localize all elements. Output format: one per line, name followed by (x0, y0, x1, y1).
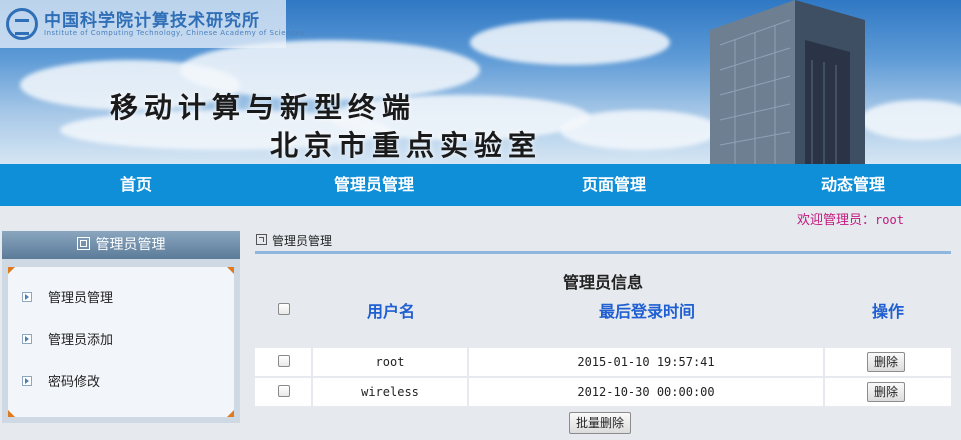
nav-admin-management[interactable]: 管理员管理 (314, 164, 434, 206)
nav-page-management[interactable]: 页面管理 (554, 164, 674, 206)
sidebar-header-label: 管理员管理 (95, 237, 166, 253)
ict-logo-icon (6, 8, 38, 40)
divider (255, 251, 951, 254)
delete-button[interactable]: 删除 (867, 382, 906, 402)
arrow-bullet-icon (22, 292, 32, 302)
logo: 中国科学院计算技术研究所 Institute of Computing Tech… (0, 0, 304, 48)
table-title: 管理员信息 (562, 273, 643, 292)
sidebar-item-admin-add[interactable]: 管理员添加 (22, 331, 113, 351)
table-row: wireless 2012-10-30 00:00:00 (255, 378, 951, 406)
sidebar-panel: 管理员管理 管理员添加 密码修改 (2, 259, 240, 423)
slogan-line-2: 北京市重点实验室 (270, 129, 543, 162)
corner-decoration (227, 267, 234, 274)
column-header-last-login: 最后登录时间 (598, 302, 695, 321)
column-header-username: 用户名 (366, 302, 415, 321)
header-banner: 中国科学院计算技术研究所 Institute of Computing Tech… (0, 0, 961, 164)
column-header-action: 操作 (871, 302, 904, 321)
breadcrumb-label: 管理员管理 (272, 234, 333, 248)
last-login-cell: 2015-01-10 19:57:41 (469, 348, 823, 376)
breadcrumb-icon (256, 234, 267, 245)
welcome-message: 欢迎管理员：root (797, 209, 904, 228)
select-all-checkbox[interactable] (278, 303, 290, 315)
sidebar-item-admin-management[interactable]: 管理员管理 (22, 289, 113, 309)
username-cell: root (313, 348, 467, 376)
last-login-cell: 2012-10-30 00:00:00 (469, 378, 823, 406)
corner-decoration (8, 410, 15, 417)
breadcrumb: 管理员管理 (256, 232, 332, 249)
arrow-bullet-icon (22, 334, 32, 344)
nav-news-management[interactable]: 动态管理 (793, 164, 913, 206)
nav-home[interactable]: 首页 (76, 164, 196, 206)
delete-button[interactable]: 删除 (867, 352, 906, 372)
corner-decoration (8, 267, 15, 274)
batch-delete-button[interactable]: 批量删除 (569, 412, 632, 434)
sidebar-item-password-change[interactable]: 密码修改 (22, 373, 100, 393)
corner-decoration (227, 410, 234, 417)
logo-text-cn: 中国科学院计算技术研究所 (44, 11, 260, 31)
sidebar-menu: 管理员管理 管理员添加 密码修改 (8, 267, 234, 417)
arrow-bullet-icon (22, 376, 32, 386)
sidebar-header: 管理员管理 (2, 231, 240, 259)
sidebar-item-label: 密码修改 (48, 375, 101, 390)
sidebar-item-label: 管理员添加 (48, 333, 114, 348)
row-checkbox[interactable] (278, 385, 290, 397)
row-checkbox[interactable] (278, 355, 290, 367)
welcome-username: root (875, 213, 904, 227)
sidebar-item-label: 管理员管理 (48, 291, 114, 306)
username-cell: wireless (313, 378, 467, 406)
building-image (710, 0, 865, 164)
table-row: root 2015-01-10 19:57:41 (255, 348, 951, 376)
panel-icon (76, 237, 90, 250)
logo-text-en: Institute of Computing Technology, Chine… (44, 29, 305, 37)
slogan-line-1: 移动计算与新型终端 (110, 91, 417, 124)
main-nav: 首页 管理员管理 页面管理 动态管理 (0, 164, 961, 206)
welcome-label: 欢迎管理员： (797, 213, 876, 228)
